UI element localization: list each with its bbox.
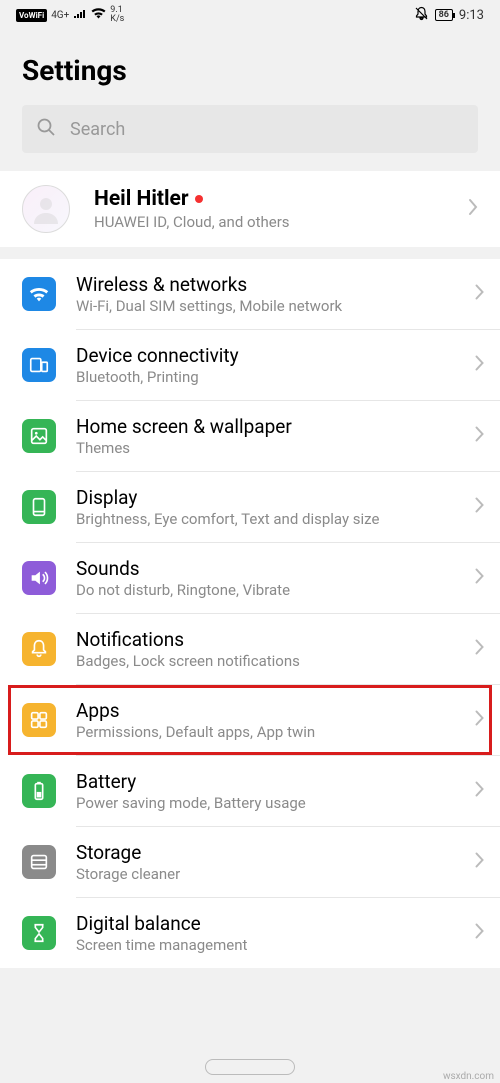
setting-row-sound[interactable]: Sounds Do not disturb, Ringtone, Vibrate [0,543,500,613]
setting-row-bell[interactable]: Notifications Badges, Lock screen notifi… [0,614,500,684]
row-subtitle: Brightness, Eye comfort, Text and displa… [76,510,455,528]
row-title: Storage [76,841,455,864]
profile-text: Heil Hitler HUAWEI ID, Cloud, and others [94,187,444,231]
setting-row-battery[interactable]: Battery Power saving mode, Battery usage [0,756,500,826]
display-icon [22,490,56,524]
vowifi-badge: VoWiFi [16,9,47,22]
row-text: Apps Permissions, Default apps, App twin [76,699,455,741]
sound-icon [22,561,56,595]
row-subtitle: Storage cleaner [76,865,455,883]
hourglass-icon [22,916,56,950]
storage-icon [22,845,56,879]
chevron-right-icon [475,355,484,375]
setting-row-devices[interactable]: Device connectivity Bluetooth, Printing [0,330,500,400]
row-text: Sounds Do not disturb, Ringtone, Vibrate [76,557,455,599]
row-text: Notifications Badges, Lock screen notifi… [76,628,455,670]
chevron-right-icon [475,781,484,801]
row-subtitle: Badges, Lock screen notifications [76,652,455,670]
status-right: 86 9:13 [414,6,484,24]
chevron-right-icon [468,198,478,220]
row-subtitle: Permissions, Default apps, App twin [76,723,455,741]
setting-row-hourglass[interactable]: Digital balance Screen time management [0,898,500,968]
status-bar: VoWiFi 4G+ 9.1K/s 86 9:13 [0,0,500,30]
clock: 9:13 [459,8,484,23]
page-title: Settings [0,30,500,105]
alert-dot-icon [195,195,203,203]
row-title: Apps [76,699,455,722]
row-title: Home screen & wallpaper [76,415,455,438]
avatar [22,185,70,233]
wallpaper-icon [22,419,56,453]
row-title: Sounds [76,557,455,580]
signal-type: 4G+ [51,10,69,21]
watermark: wsxdn.com [443,1071,494,1082]
row-text: Battery Power saving mode, Battery usage [76,770,455,812]
profile-row[interactable]: Heil Hitler HUAWEI ID, Cloud, and others [0,171,500,247]
signal-bars-icon [73,8,87,22]
setting-row-display[interactable]: Display Brightness, Eye comfort, Text an… [0,472,500,542]
row-title: Digital balance [76,912,455,935]
row-text: Digital balance Screen time management [76,912,455,954]
row-text: Storage Storage cleaner [76,841,455,883]
row-title: Display [76,486,455,509]
row-text: Home screen & wallpaper Themes [76,415,455,457]
row-subtitle: Power saving mode, Battery usage [76,794,455,812]
battery-icon [22,774,56,808]
search-input[interactable]: Search [22,105,478,153]
apps-icon [22,703,56,737]
wifi-icon [22,277,56,311]
row-title: Battery [76,770,455,793]
chevron-right-icon [475,426,484,446]
battery-indicator: 86 [435,9,453,21]
profile-name: Heil Hitler [94,187,203,211]
home-indicator[interactable] [205,1059,295,1075]
mute-icon [414,6,429,24]
row-subtitle: Themes [76,439,455,457]
chevron-right-icon [475,639,484,659]
setting-row-wifi[interactable]: Wireless & networks Wi-Fi, Dual SIM sett… [0,259,500,329]
row-subtitle: Bluetooth, Printing [76,368,455,386]
setting-row-wallpaper[interactable]: Home screen & wallpaper Themes [0,401,500,471]
chevron-right-icon [475,284,484,304]
row-title: Notifications [76,628,455,651]
chevron-right-icon [475,710,484,730]
status-left: VoWiFi 4G+ 9.1K/s [16,6,124,24]
search-icon [36,117,56,141]
chevron-right-icon [475,497,484,517]
row-subtitle: Screen time management [76,936,455,954]
wifi-icon [91,8,106,22]
row-subtitle: Wi-Fi, Dual SIM settings, Mobile network [76,297,455,315]
row-subtitle: Do not disturb, Ringtone, Vibrate [76,581,455,599]
devices-icon [22,348,56,382]
chevron-right-icon [475,852,484,872]
row-title: Device connectivity [76,344,455,367]
network-speed: 9.1K/s [110,6,124,24]
setting-row-apps[interactable]: Apps Permissions, Default apps, App twin [8,685,492,755]
row-title: Wireless & networks [76,273,455,296]
chevron-right-icon [475,568,484,588]
profile-subtitle: HUAWEI ID, Cloud, and others [94,213,444,231]
row-text: Wireless & networks Wi-Fi, Dual SIM sett… [76,273,455,315]
search-placeholder: Search [70,119,125,140]
row-text: Device connectivity Bluetooth, Printing [76,344,455,386]
row-text: Display Brightness, Eye comfort, Text an… [76,486,455,528]
section-gap [0,247,500,259]
setting-row-storage[interactable]: Storage Storage cleaner [0,827,500,897]
bell-icon [22,632,56,666]
chevron-right-icon [475,923,484,943]
settings-list: Wireless & networks Wi-Fi, Dual SIM sett… [0,259,500,968]
